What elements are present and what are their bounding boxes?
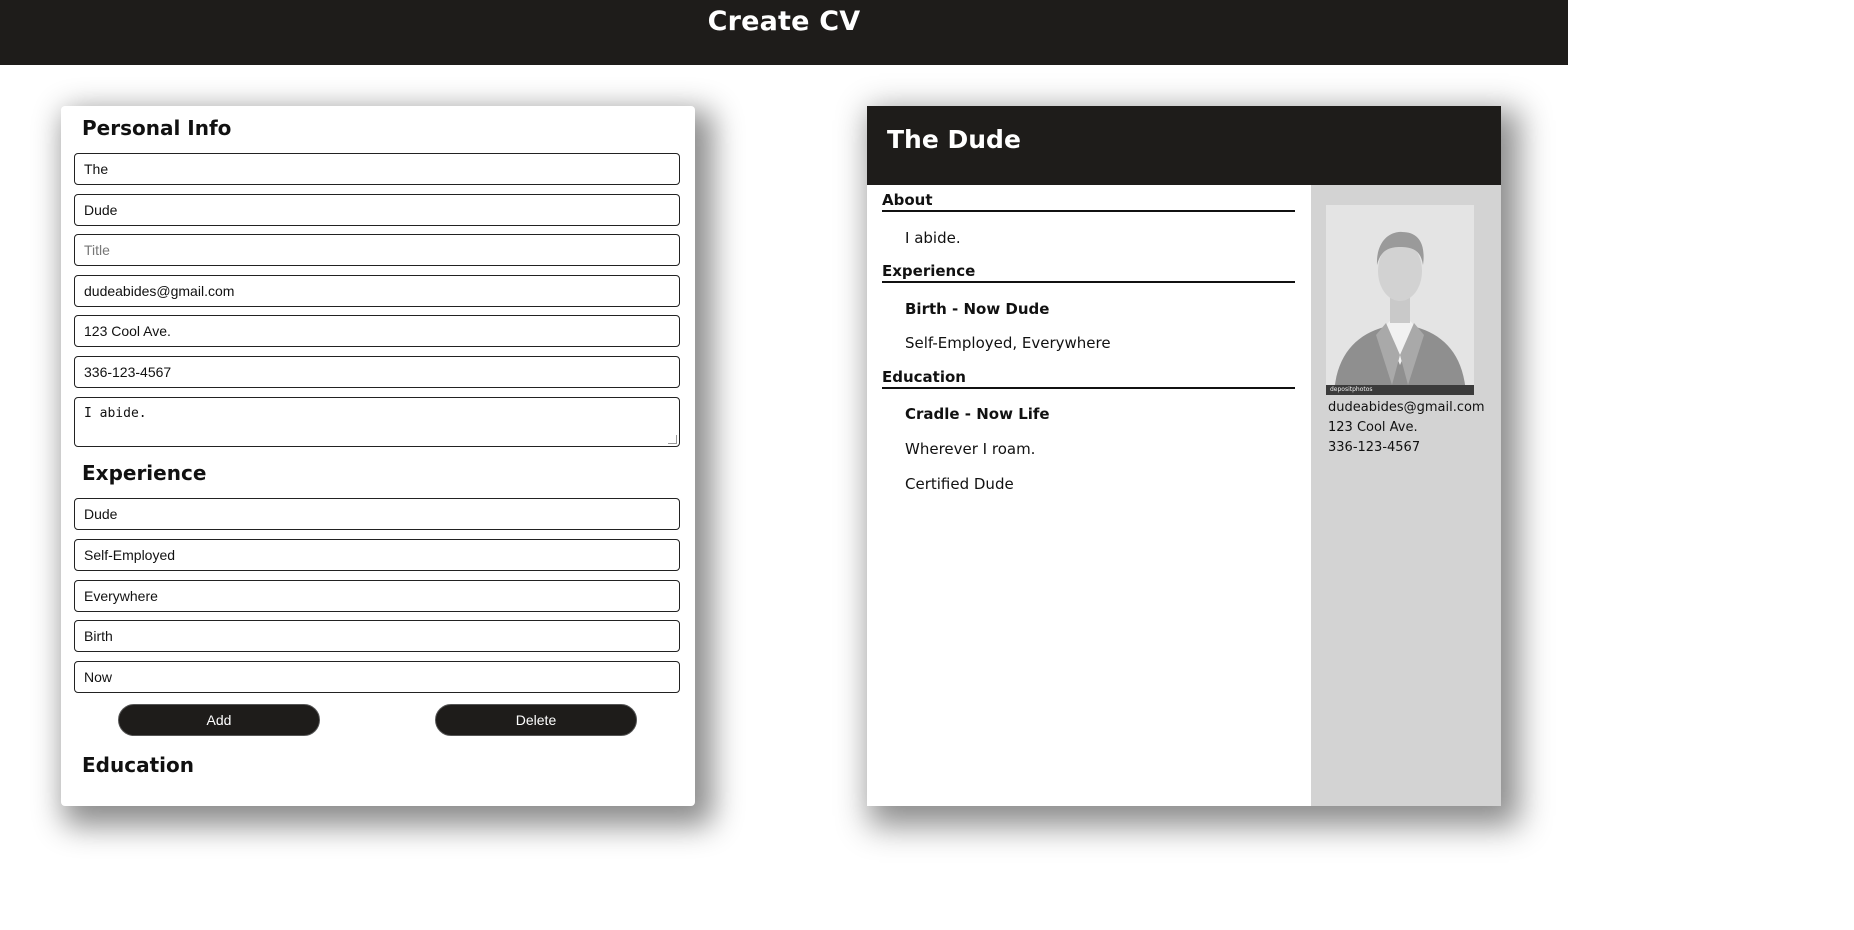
- about-textarea-value: I abide.: [84, 406, 147, 421]
- add-button[interactable]: Add: [118, 704, 320, 736]
- position-field[interactable]: Dude: [74, 498, 680, 530]
- cv-preview: The Dude About I abide. Experience Birth…: [867, 106, 1501, 806]
- cv-education-dates-title: Cradle - Now Life: [905, 405, 1050, 423]
- personal-info-heading: Personal Info: [82, 116, 232, 140]
- experience-heading: Experience: [82, 461, 207, 485]
- app-title: Create CV: [707, 6, 861, 37]
- company-field[interactable]: Self-Employed: [74, 539, 680, 571]
- cv-address: 123 Cool Ave.: [1328, 420, 1418, 435]
- cv-education-degree: Certified Dude: [905, 475, 1014, 493]
- education-heading: Education: [82, 753, 194, 777]
- cv-about-heading: About: [882, 192, 1295, 212]
- photo-watermark: depositphotos: [1330, 386, 1373, 393]
- cv-main: About I abide. Experience Birth - Now Du…: [867, 185, 1311, 806]
- avatar-placeholder-icon: [1326, 205, 1474, 395]
- cv-header: The Dude: [867, 106, 1501, 185]
- address-field[interactable]: 123 Cool Ave.: [74, 315, 680, 347]
- resize-grip-icon[interactable]: [668, 435, 677, 444]
- cv-sidebar: depositphotos dudeabides@gmail.com 123 C…: [1311, 185, 1501, 806]
- cv-experience-company: Self-Employed, Everywhere: [905, 334, 1111, 352]
- cv-experience-heading: Experience: [882, 263, 1295, 283]
- delete-button[interactable]: Delete: [435, 704, 637, 736]
- cv-about-text: I abide.: [905, 229, 961, 247]
- cv-phone: 336-123-4567: [1328, 440, 1421, 455]
- title-field[interactable]: Title: [74, 234, 680, 266]
- from-field[interactable]: Birth: [74, 620, 680, 652]
- app-header: Create CV: [0, 0, 1568, 65]
- cv-experience-dates-title: Birth - Now Dude: [905, 300, 1050, 318]
- photo-watermark-bar: depositphotos: [1326, 385, 1474, 395]
- about-textarea[interactable]: I abide.: [74, 397, 680, 447]
- last-name-field[interactable]: Dude: [74, 194, 680, 226]
- cv-education-school: Wherever I roam.: [905, 440, 1036, 458]
- location-field[interactable]: Everywhere: [74, 580, 680, 612]
- first-name-field[interactable]: The: [74, 153, 680, 185]
- phone-field[interactable]: 336-123-4567: [74, 356, 680, 388]
- cv-name: The Dude: [887, 125, 1021, 154]
- cv-form: Personal Info The Dude Title dudeabides@…: [61, 106, 695, 806]
- cv-education-heading: Education: [882, 369, 1295, 389]
- cv-email: dudeabides@gmail.com: [1328, 400, 1485, 415]
- avatar: depositphotos: [1326, 205, 1474, 395]
- to-field[interactable]: Now: [74, 661, 680, 693]
- email-field[interactable]: dudeabides@gmail.com: [74, 275, 680, 307]
